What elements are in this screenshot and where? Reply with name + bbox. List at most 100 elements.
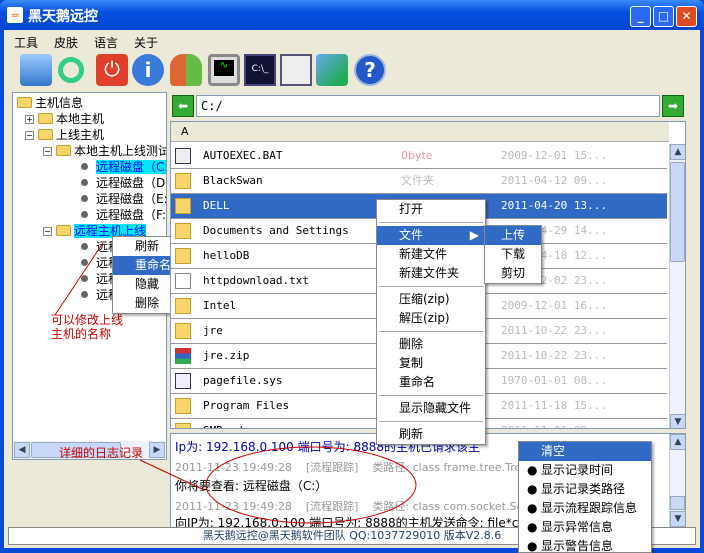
log-annotation-marks bbox=[139, 446, 417, 524]
help-icon[interactable]: ? bbox=[354, 54, 386, 86]
menu-show-hidden[interactable]: 显示隐藏文件 bbox=[377, 399, 485, 418]
log-menu-clear[interactable]: 清空 bbox=[519, 442, 651, 461]
file-name: SMReader bbox=[203, 419, 256, 428]
check-icon: ● bbox=[527, 520, 538, 534]
log-menu-item[interactable]: ● 显示记录时间 bbox=[519, 461, 651, 480]
file-date: 2009-12-01 16... bbox=[501, 299, 607, 312]
menu-open[interactable]: 打开 bbox=[377, 200, 485, 219]
screen-icon[interactable] bbox=[280, 54, 312, 86]
folder-icon bbox=[175, 298, 191, 314]
address-input[interactable]: C:/ bbox=[196, 95, 660, 117]
menu-label: 显示记录时间 bbox=[541, 463, 614, 477]
go-button[interactable]: ➡ bbox=[662, 95, 684, 117]
folder-icon bbox=[175, 198, 191, 214]
file-name: Intel bbox=[203, 299, 237, 312]
window-title: 黑天鹅远控 bbox=[28, 9, 98, 25]
folder-icon bbox=[175, 223, 191, 239]
file-date: 2011-11-18 15... bbox=[501, 399, 607, 412]
menu-label: 显示异常信息 bbox=[541, 520, 614, 534]
file-row[interactable]: BlackSwan 文件夹 2011-04-12 09... bbox=[171, 169, 667, 194]
file-row[interactable]: AUTOEXEC.BAT 0byte 2009-12-01 15... bbox=[171, 144, 667, 169]
log-menu-item[interactable]: ● 显示异常信息 bbox=[519, 518, 651, 537]
cmd-icon[interactable]: C:\_ bbox=[244, 54, 276, 86]
menu-unzip[interactable]: 解压(zip) bbox=[377, 309, 485, 328]
txt-icon bbox=[175, 273, 191, 289]
menu-rename[interactable]: 重命名 bbox=[377, 373, 485, 392]
menu-label: 显示流程跟踪信息 bbox=[541, 501, 638, 515]
file-date: 2009-12-01 15... bbox=[501, 149, 607, 162]
scroll-thumb[interactable] bbox=[670, 162, 685, 262]
file-name: BlackSwan bbox=[203, 174, 263, 187]
column-header[interactable]: A bbox=[171, 122, 669, 142]
log-scrollbar[interactable]: ▲ ▼ bbox=[669, 434, 685, 527]
file-name: pagefile.sys bbox=[203, 374, 283, 387]
menu-label: 文件 bbox=[399, 228, 424, 242]
menu-new-folder[interactable]: 新建文件夹 bbox=[377, 264, 485, 283]
file-name: httpdownload.txt bbox=[203, 274, 309, 287]
file-name: AUTOEXEC.BAT bbox=[203, 149, 283, 162]
submenu-cut[interactable]: 剪切 bbox=[485, 264, 541, 283]
file-size: 0byte bbox=[401, 149, 433, 162]
computer-icon[interactable] bbox=[20, 54, 52, 86]
menu-delete[interactable]: 删除 bbox=[377, 335, 485, 354]
file-name: Documents and Settings bbox=[203, 224, 349, 237]
menu-language[interactable]: 语言 bbox=[86, 31, 126, 54]
menu-about[interactable]: 关于 bbox=[126, 31, 166, 54]
back-button[interactable]: ⬅ bbox=[172, 95, 194, 117]
monitor-icon[interactable]: ∿ bbox=[208, 54, 240, 86]
scroll-thumb[interactable] bbox=[670, 496, 685, 510]
file-name: jre.zip bbox=[203, 349, 250, 362]
file-name: jre bbox=[203, 324, 223, 337]
folder-icon bbox=[175, 248, 191, 264]
menu-new-file[interactable]: 新建文件 bbox=[377, 245, 485, 264]
log-menu-item[interactable]: ● 显示记录类路径 bbox=[519, 480, 651, 499]
menu-label: 显示记录类路径 bbox=[541, 482, 626, 496]
scroll-down-icon[interactable]: ▼ bbox=[670, 511, 685, 527]
power-icon[interactable]: ⏻ bbox=[96, 54, 128, 86]
minimize-button[interactable]: _ bbox=[630, 6, 651, 27]
menu-refresh[interactable]: 刷新 bbox=[377, 425, 485, 444]
refresh-icon[interactable] bbox=[58, 57, 84, 83]
log-menu-item[interactable]: ● 显示流程跟踪信息 bbox=[519, 499, 651, 518]
file-context-menu: 打开 文件 ▶ 新建文件 新建文件夹 压缩(zip) 解压(zip) 删除 复制 … bbox=[376, 199, 486, 445]
menu-skin[interactable]: 皮肤 bbox=[46, 31, 86, 54]
menu-label: 显示警告信息 bbox=[541, 539, 614, 553]
folder-icon bbox=[175, 173, 191, 189]
menu-tools[interactable]: 工具 bbox=[6, 31, 46, 54]
file-name: Program Files bbox=[203, 399, 290, 412]
check-icon: ● bbox=[527, 463, 538, 477]
bat-icon bbox=[175, 148, 191, 164]
menu-file[interactable]: 文件 ▶ bbox=[377, 226, 485, 245]
maximize-button[interactable]: □ bbox=[653, 6, 674, 27]
vertical-scrollbar[interactable]: ▲ ▼ bbox=[669, 144, 685, 428]
menu-zip[interactable]: 压缩(zip) bbox=[377, 290, 485, 309]
menu-copy[interactable]: 复制 bbox=[377, 354, 485, 373]
file-date: 1970-01-01 08... bbox=[501, 374, 607, 387]
sys-icon bbox=[175, 373, 191, 389]
submenu-arrow-icon: ▶ bbox=[469, 228, 479, 242]
menubar: 工具 皮肤 语言 关于 bbox=[6, 31, 166, 54]
file-date: 2011-10-22 23... bbox=[501, 324, 607, 337]
folder-icon bbox=[175, 423, 191, 428]
file-date: 2011-04-20 13... bbox=[501, 199, 607, 212]
close-button[interactable]: ✕ bbox=[676, 6, 697, 27]
submenu-download[interactable]: 下载 bbox=[485, 245, 541, 264]
file-date: 2011-10-22 23... bbox=[501, 349, 607, 362]
remote-icon[interactable] bbox=[316, 54, 348, 86]
file-name: helloDB bbox=[203, 249, 250, 262]
scroll-down-icon[interactable]: ▼ bbox=[670, 414, 685, 428]
main-window: 工具 皮肤 语言 关于 ⏻ i ∿ C:\_ ? 主机信息 + 本地主机 − 上线主机 −… bbox=[4, 30, 700, 553]
zip-icon bbox=[175, 348, 191, 364]
users-icon[interactable] bbox=[170, 54, 202, 86]
info-icon[interactable]: i bbox=[132, 54, 164, 86]
submenu-upload[interactable]: 上传 bbox=[485, 226, 541, 245]
scroll-up-icon[interactable]: ▲ bbox=[670, 144, 685, 160]
title-bar: ☕ 黑天鹅远控 _ □ ✕ bbox=[0, 0, 704, 30]
file-date: 2011-04-12 09... bbox=[501, 174, 607, 187]
check-icon: ● bbox=[527, 482, 538, 496]
folder-icon bbox=[175, 323, 191, 339]
log-menu-item[interactable]: ● 显示警告信息 bbox=[519, 537, 651, 553]
log-context-menu: 清空 ● 显示记录时间 ● 显示记录类路径 ● 显示流程跟踪信息 ● 显示异常信息 ● 显… bbox=[518, 441, 652, 553]
file-date: 2011-11-01 09... bbox=[501, 419, 607, 428]
scroll-up-icon[interactable]: ▲ bbox=[670, 434, 685, 450]
